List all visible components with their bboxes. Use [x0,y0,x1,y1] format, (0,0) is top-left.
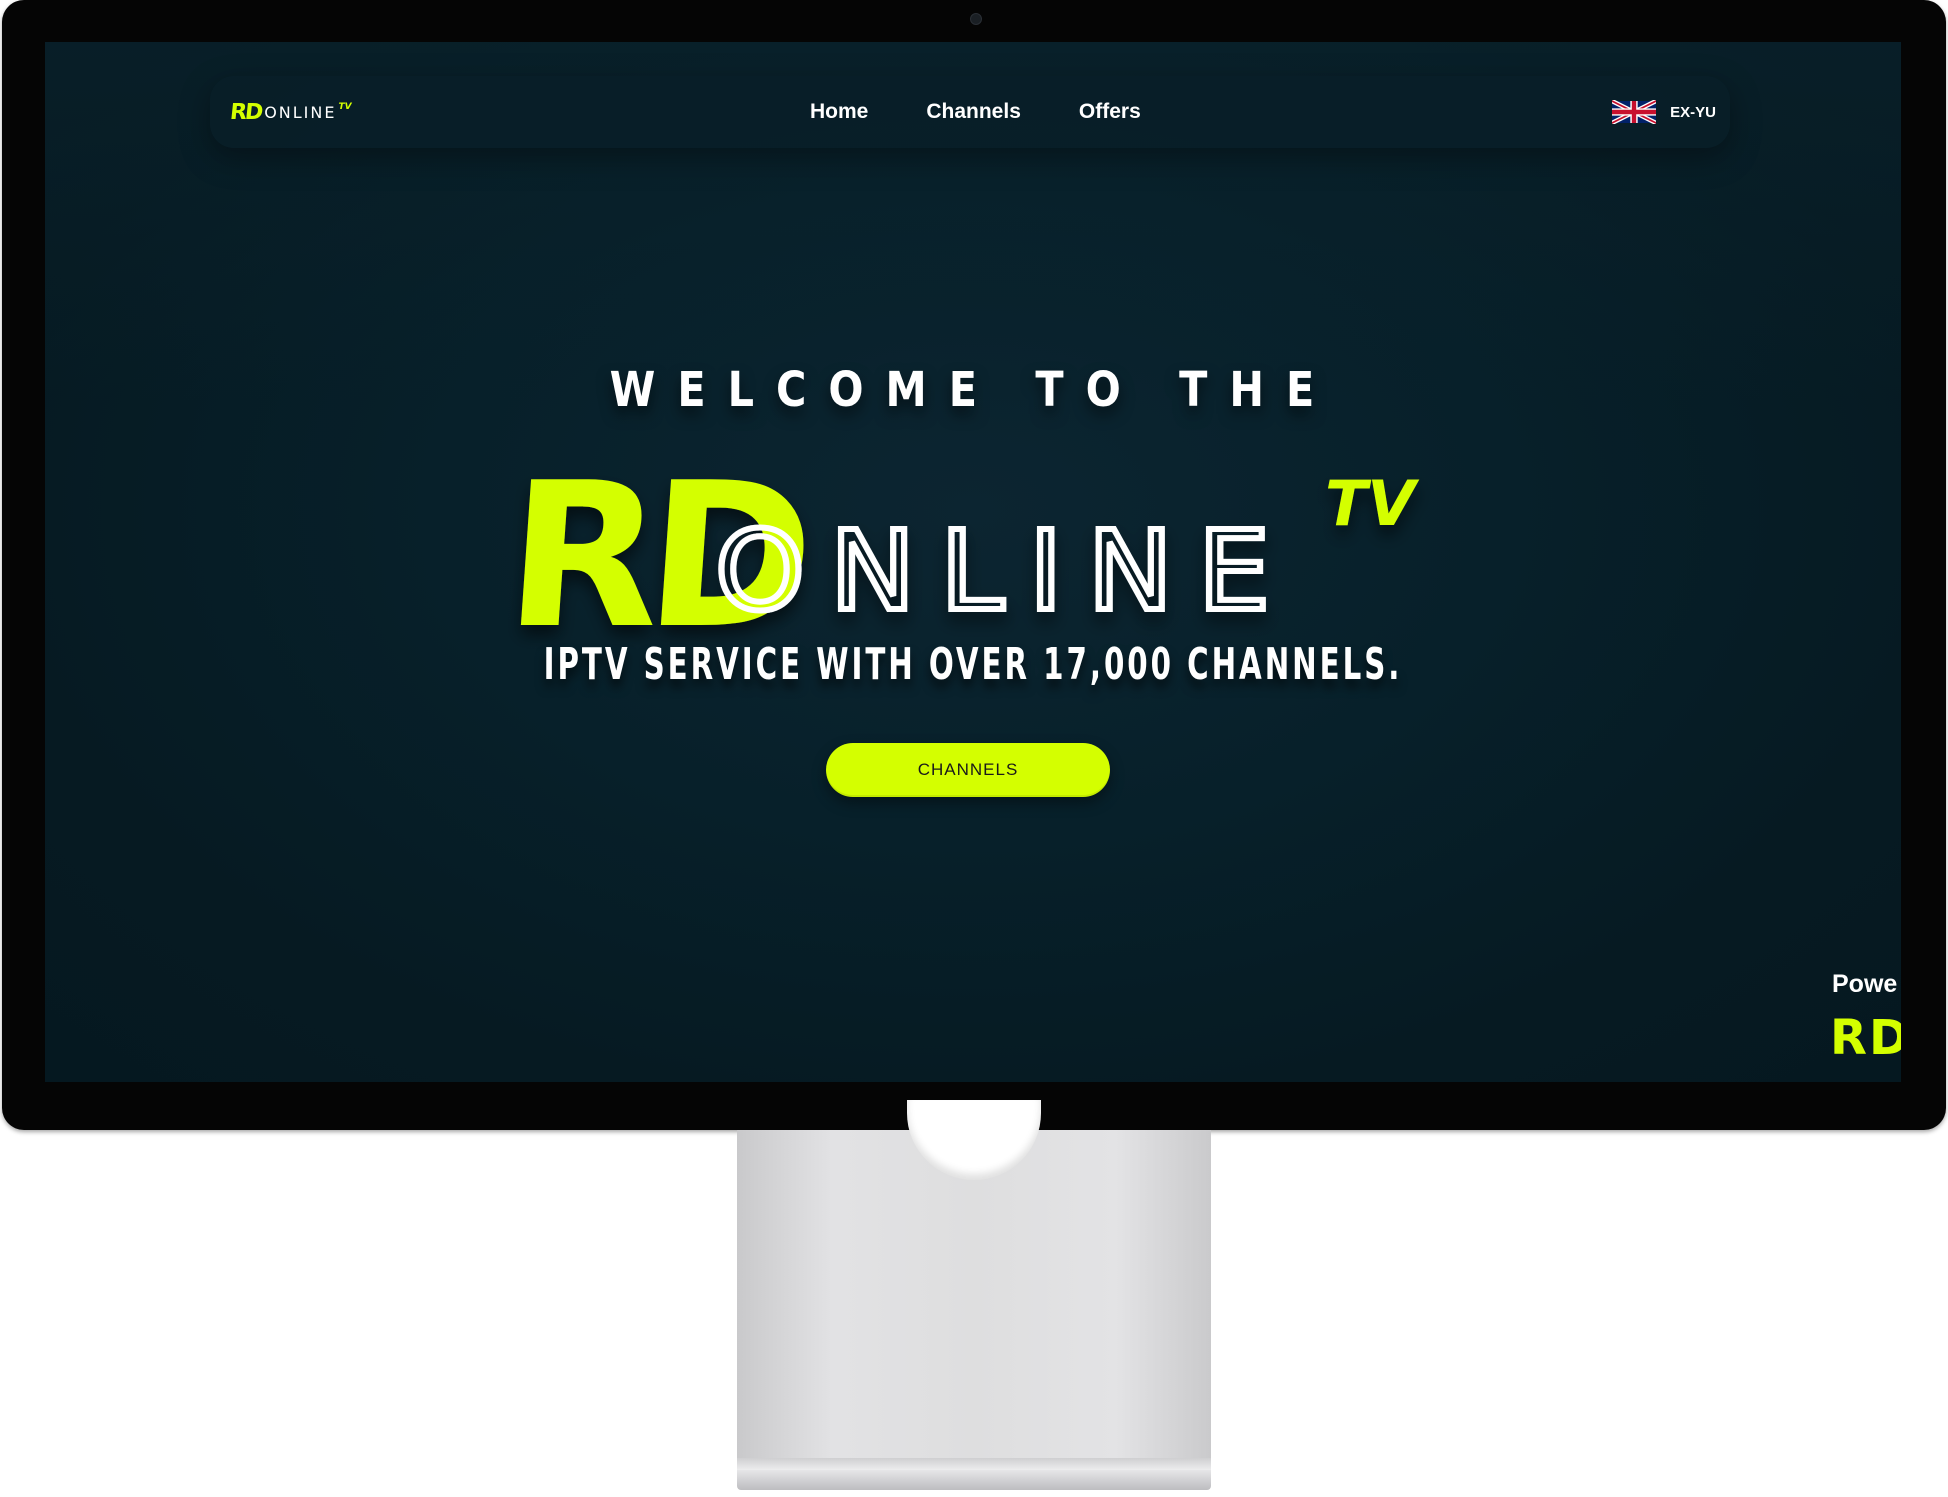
logo-online: ONLINE [264,102,337,122]
logo-tv: TV [338,102,352,112]
language-selector[interactable]: EX-YU [1612,76,1716,148]
powered-by-text: Powe [1832,970,1898,998]
monitor-frame: RD ONLINE TV Home Channels Offers EX-YU [2,0,1946,1130]
logo-rd: RD [228,99,263,125]
nav-links: Home Channels Offers [810,76,1141,148]
hero-logo-tv: TV [1325,467,1420,540]
top-navbar: RD ONLINE TV Home Channels Offers EX-YU [210,76,1730,148]
camera-icon [970,13,982,25]
channels-cta-button[interactable]: CHANNELS [826,743,1110,797]
nav-link-offers[interactable]: Offers [1079,100,1141,124]
stand-base [737,1470,1211,1490]
hero-tagline: IPTV SERVICE WITH OVER 17,000 CHANNELS. [543,639,1403,690]
hero-brand-logo: RD ONLINE TV [499,440,1435,673]
nav-link-home[interactable]: Home [810,100,868,124]
brand-logo-graphic: RD ONLINE TV [499,440,1420,673]
powered-by-logo: RD [1830,1010,1901,1066]
monitor-stand [737,1100,1211,1470]
stand-cutout [907,1100,1041,1180]
website-screen: RD ONLINE TV Home Channels Offers EX-YU [45,42,1901,1082]
language-label: EX-YU [1670,103,1716,121]
nav-link-channels[interactable]: Channels [926,100,1021,124]
nav-logo[interactable]: RD ONLINE TV [228,98,352,126]
hero-logo-online: ONLINE [715,507,1295,635]
hero-welcome-text: WELCOME TO THE [609,360,1337,418]
uk-flag-icon [1612,100,1657,124]
